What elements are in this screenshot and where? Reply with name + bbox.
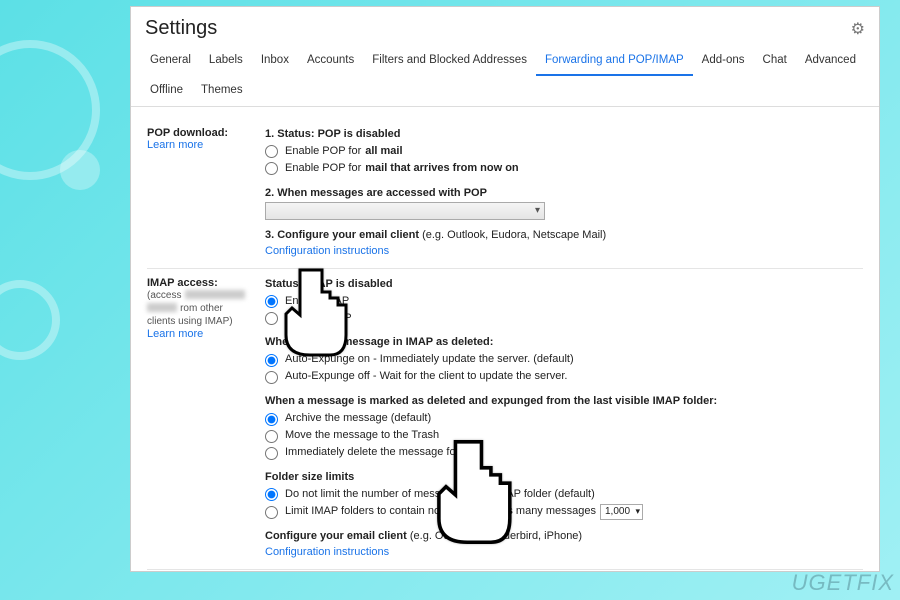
pop-enable-all-b: all mail [365, 144, 402, 160]
imap-disable-label: Disable IMAP [285, 311, 352, 327]
imap-nolimit: Do not limit the number of messages in a… [285, 487, 595, 503]
imap-trash: Move the message to the Trash [285, 428, 439, 444]
bg-circle [0, 280, 60, 360]
gear-icon[interactable]: ⚙ [851, 19, 865, 39]
pop-section: POP download: Learn more 1. Status: POP … [147, 119, 863, 268]
tabs: General Labels Inbox Accounts Filters an… [131, 46, 879, 107]
imap-learn-more-link[interactable]: Learn more [147, 328, 203, 340]
tab-forwarding[interactable]: Forwarding and POP/IMAP [536, 46, 693, 76]
imap-limit-select[interactable]: 1,000 [600, 504, 643, 521]
pop-configure-eg: (e.g. Outlook, Eudora, Netscape Mail) [422, 229, 606, 241]
imap-mark-deleted-title: When I mark a message in IMAP as deleted… [265, 336, 493, 348]
tab-inbox[interactable]: Inbox [252, 46, 298, 76]
redacted [185, 290, 245, 299]
imap-disable-radio[interactable] [265, 312, 278, 325]
pop-when-accessed: 2. When messages are accessed with POP [265, 187, 487, 199]
imap-nolimit-radio[interactable] [265, 488, 278, 501]
pop-enable-now-radio[interactable] [265, 162, 278, 175]
pop-side: POP download: Learn more [147, 127, 265, 260]
redacted [147, 303, 177, 312]
pop-status-label: 1. Status: [265, 128, 315, 140]
imap-limit-pre: Limit IMAP folders to contain no more th… [285, 504, 596, 520]
imap-main: Status: IMAP is disabled Enable IMAP Dis… [265, 277, 863, 562]
imap-delete-radio[interactable] [265, 447, 278, 460]
pop-action-select[interactable] [265, 202, 545, 220]
tab-accounts[interactable]: Accounts [298, 46, 363, 76]
tab-filters[interactable]: Filters and Blocked Addresses [363, 46, 536, 76]
header: Settings ⚙ [131, 7, 879, 46]
bg-circle [60, 150, 100, 190]
imap-delete: Immediately delete the message forever [285, 445, 481, 461]
imap-config-link[interactable]: Configuration instructions [265, 546, 389, 558]
imap-archive-radio[interactable] [265, 413, 278, 426]
imap-sub3: clients using IMAP) [147, 316, 233, 327]
imap-limit-radio[interactable] [265, 506, 278, 519]
imap-section: IMAP access: (access rom other clients u… [147, 268, 863, 570]
imap-autoexpunge-on-radio[interactable] [265, 354, 278, 367]
imap-configure-eg: (e.g. Outlook, Thunderbird, iPhone) [410, 530, 582, 542]
pop-enable-now-pre: Enable POP for [285, 161, 361, 177]
pop-configure-label: 3. Configure your email client [265, 229, 422, 241]
imap-autoexpunge-on: Auto-Expunge on - Immediately update the… [285, 352, 574, 368]
imap-side: IMAP access: (access rom other clients u… [147, 277, 265, 562]
imap-sub1: (access [147, 290, 181, 301]
pop-config-link[interactable]: Configuration instructions [265, 245, 389, 257]
imap-expunge-title: When a message is marked as deleted and … [265, 395, 717, 407]
imap-autoexpunge-off: Auto-Expunge off - Wait for the client t… [285, 369, 568, 385]
imap-enable-label: Enable IMAP [285, 294, 349, 310]
page-title: Settings [145, 17, 217, 40]
imap-status-label: Status: [265, 278, 302, 290]
imap-sub2: rom other [180, 303, 223, 314]
imap-configure-label: Configure your email client [265, 530, 410, 542]
tab-offline[interactable]: Offline [141, 76, 192, 106]
pop-enable-now-b: mail that arrives from now on [365, 161, 518, 177]
watermark: UGETFIX [792, 570, 894, 596]
pop-enable-all-radio[interactable] [265, 145, 278, 158]
tab-chat[interactable]: Chat [754, 46, 796, 76]
tab-advanced[interactable]: Advanced [796, 46, 865, 76]
imap-status-value: IMAP is disabled [305, 278, 392, 290]
imap-enable-radio[interactable] [265, 295, 278, 308]
pop-status-value: POP is disabled [318, 128, 401, 140]
imap-title: IMAP access: [147, 277, 218, 289]
settings-panel: Settings ⚙ General Labels Inbox Accounts… [130, 6, 880, 572]
imap-trash-radio[interactable] [265, 430, 278, 443]
tab-labels[interactable]: Labels [200, 46, 252, 76]
imap-autoexpunge-off-radio[interactable] [265, 371, 278, 384]
imap-folder-title: Folder size limits [265, 471, 354, 483]
settings-body: POP download: Learn more 1. Status: POP … [131, 107, 879, 572]
button-row: Save Changes Cancel [147, 569, 863, 572]
pop-learn-more-link[interactable]: Learn more [147, 139, 203, 151]
pop-title: POP download: [147, 127, 228, 139]
imap-archive: Archive the message (default) [285, 411, 431, 427]
pop-main: 1. Status: POP is disabled Enable POP fo… [265, 127, 863, 260]
tab-general[interactable]: General [141, 46, 200, 76]
tab-themes[interactable]: Themes [192, 76, 252, 106]
tab-addons[interactable]: Add-ons [693, 46, 754, 76]
pop-enable-all-pre: Enable POP for [285, 144, 361, 160]
